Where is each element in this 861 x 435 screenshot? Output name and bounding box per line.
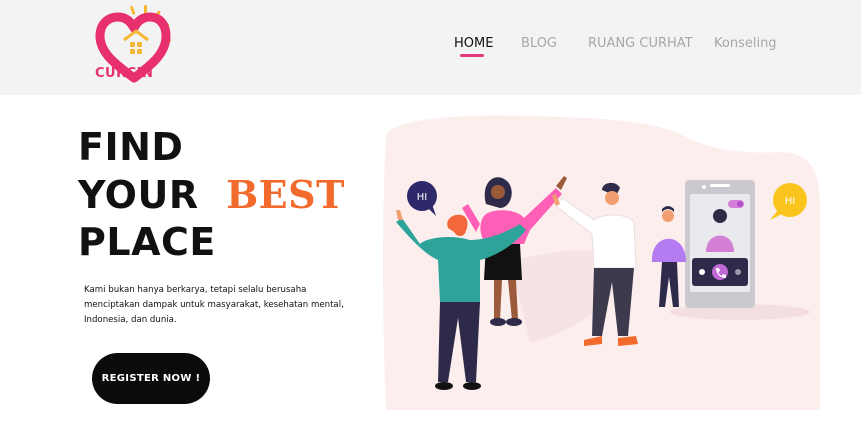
header: CURCIN HOME BLOG RUANG CURHAT Konseling	[0, 0, 861, 95]
hero-title-line1: FIND	[78, 125, 184, 169]
nav-blog[interactable]: BLOG	[521, 36, 557, 51]
phone-call-icon	[712, 264, 728, 280]
hero-title-your: YOUR	[78, 173, 199, 217]
main-nav: HOME BLOG RUANG CURHAT Konseling	[0, 36, 861, 56]
hero-title-line2: YOUR BEST	[78, 171, 345, 219]
hero-illustration: HI HI	[383, 115, 820, 411]
hero-description: Kami bukan hanya berkarya, tetapi selalu…	[84, 285, 344, 325]
bubble-right-text: HI	[785, 196, 795, 207]
nav-ruang-curhat[interactable]: RUANG CURHAT	[588, 36, 693, 51]
register-now-button[interactable]: REGISTER NOW !	[92, 353, 210, 404]
nav-active-indicator	[460, 54, 484, 57]
hero-title-best: BEST	[226, 172, 345, 217]
hero-title-line3: PLACE	[78, 220, 216, 264]
bubble-left-text: HI	[417, 192, 427, 203]
nav-konseling[interactable]: Konseling	[714, 36, 777, 51]
brand-name: CURCIN	[95, 66, 154, 81]
hero-title: FIND YOUR BEST PLACE	[78, 124, 345, 266]
nav-home[interactable]: HOME	[454, 36, 493, 51]
